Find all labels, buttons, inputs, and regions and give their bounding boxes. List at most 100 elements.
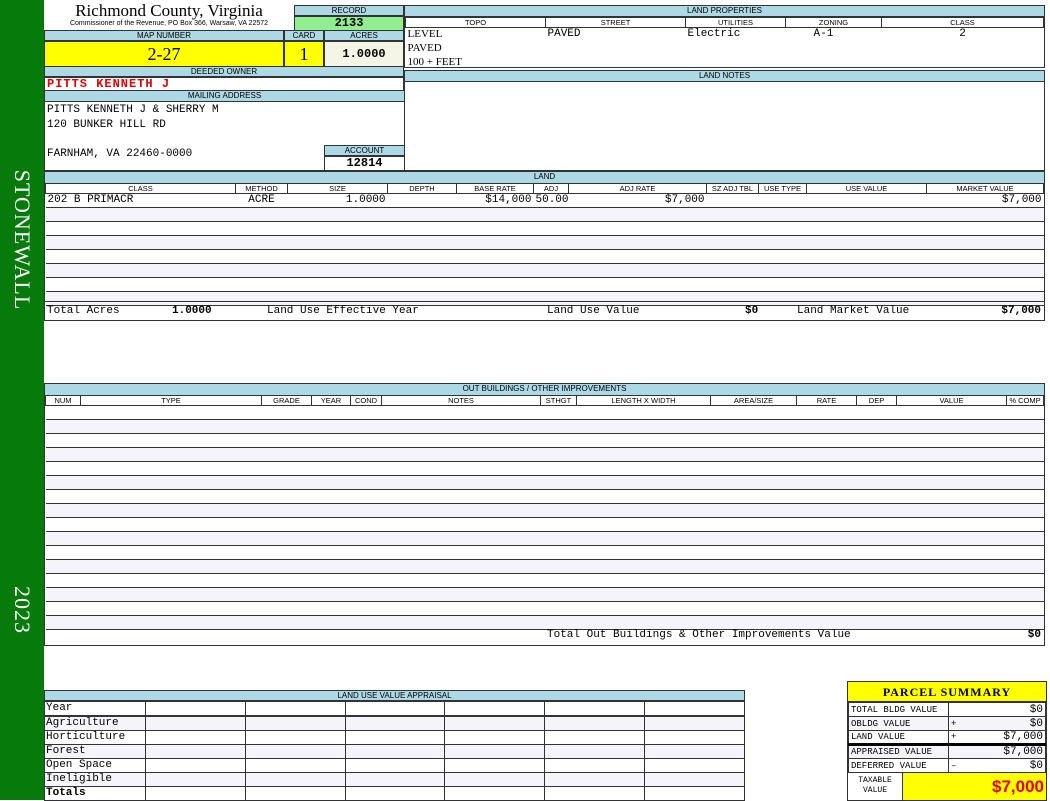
outbuilding-cell	[896, 587, 1007, 602]
outbuilding-cell	[261, 559, 312, 574]
outbuilding-cell	[710, 573, 797, 588]
land-use-table: Year Agriculture Horticulture Forest Open Sp…	[44, 701, 745, 801]
summary-row: LAND VALUE + $7,000	[848, 730, 1046, 745]
outbuilding-cell	[350, 447, 382, 462]
outbuilding-cell	[710, 461, 797, 476]
summary-operator: –	[948, 758, 963, 773]
col-class: CLASS	[881, 17, 1044, 28]
land-table: CLASS METHOD SIZE DEPTH BASE RATE ADJ ADJ RATE…	[45, 183, 1044, 306]
outbuilding-cell	[856, 489, 897, 504]
outbuilding-cell	[350, 489, 382, 504]
outbuildings-col-header: % COMP	[1006, 395, 1044, 406]
col-topo: TOPO	[405, 17, 546, 28]
land-use-row: Ineligible	[44, 772, 745, 787]
outbuilding-cell	[311, 419, 351, 434]
land-row: 202 B PRIMACR ACRE 1.0000 $14,000 50.00 $7,00…	[45, 193, 1044, 208]
outbuilding-cell	[381, 517, 541, 532]
outbuilding-cell	[796, 587, 857, 602]
outbuilding-cell	[896, 405, 1007, 420]
land-cell-use-type	[758, 277, 807, 292]
land-title: LAND	[45, 172, 1044, 183]
land-properties-title: LAND PROPERTIES	[405, 6, 1044, 17]
map-number-value: 2-27	[44, 41, 284, 67]
land-use-cell	[544, 744, 646, 759]
outbuildings-total-value: $0	[1027, 629, 1041, 641]
land-use-cell	[444, 701, 546, 717]
land-cell-base-rate	[456, 249, 534, 264]
account-label: ACCOUNT	[324, 145, 405, 156]
county-title: Richmond County, Virginia	[75, 1, 263, 20]
year-label: 2023	[10, 586, 35, 634]
land-use-label: Open Space	[44, 758, 146, 773]
mailing-line1: PITTS KENNETH J & SHERRY M	[47, 104, 219, 116]
land-use-cell	[244, 701, 346, 717]
summary-operator	[948, 702, 963, 717]
class-value: 2	[959, 28, 966, 41]
outbuilding-cell	[1006, 489, 1044, 504]
outbuilding-cell	[261, 601, 312, 616]
land-col-header: CLASS	[45, 183, 236, 194]
outbuilding-cell	[796, 419, 857, 434]
outbuilding-cell	[80, 433, 262, 448]
land-use-cell	[444, 772, 546, 787]
outbuilding-cell	[80, 503, 262, 518]
land-cell-adj-rate	[568, 221, 707, 236]
outbuilding-cell	[576, 475, 711, 490]
outbuilding-cell	[80, 489, 262, 504]
outbuilding-cell	[896, 433, 1007, 448]
outbuilding-cell	[710, 601, 797, 616]
outbuilding-cell	[261, 531, 312, 546]
land-use-cell	[344, 758, 446, 773]
outbuilding-cell	[896, 545, 1007, 560]
street-value: PAVED	[547, 28, 581, 41]
land-notes: LAND NOTES	[404, 70, 1045, 171]
summary-row: APPRAISED VALUE $7,000	[848, 743, 1046, 759]
outbuilding-cell	[311, 433, 351, 448]
outbuilding-cell	[261, 573, 312, 588]
outbuilding-cell	[896, 559, 1007, 574]
outbuilding-cell	[45, 503, 81, 518]
land-cell-adj-rate	[568, 235, 707, 250]
outbuildings-total-row: Total Out Buildings & Other Improvements…	[45, 626, 1044, 645]
outbuilding-cell	[796, 475, 857, 490]
outbuilding-cell	[381, 433, 541, 448]
outbuilding-cell	[80, 601, 262, 616]
outbuilding-cell	[896, 503, 1007, 518]
outbuilding-cell	[311, 573, 351, 588]
land-cell-market-value	[926, 235, 1044, 250]
outbuilding-cell	[710, 475, 797, 490]
outbuilding-cell	[45, 461, 81, 476]
outbuilding-cell	[540, 503, 577, 518]
land-cell-market-value: $7,000	[926, 193, 1044, 208]
topo-2: PAVED	[407, 42, 442, 54]
land-use-cell	[444, 758, 546, 773]
land-cell-use-type	[758, 221, 807, 236]
outbuilding-cell	[856, 559, 897, 574]
land-cell-method	[235, 221, 288, 236]
outbuilding-cell	[896, 573, 1007, 588]
outbuilding-cell	[796, 545, 857, 560]
land-cell-market-value	[926, 221, 1044, 236]
land-cell-class	[45, 221, 236, 236]
outbuilding-cell	[45, 601, 81, 616]
land-cell-market-value	[926, 207, 1044, 222]
outbuilding-cell	[80, 545, 262, 560]
outbuilding-cell	[576, 517, 711, 532]
summary-row: TOTAL BLDG VALUE $0	[848, 702, 1046, 717]
land-use-row: Agriculture	[44, 715, 745, 731]
land-properties: LAND PROPERTIES TOPO STREET UTILITIES ZO…	[404, 5, 1045, 68]
outbuilding-cell	[45, 447, 81, 462]
topo-1: LEVEL	[407, 28, 443, 41]
outbuilding-cell	[350, 587, 382, 602]
land-cell-method: ACRE	[235, 193, 288, 208]
land-cell-use-value	[806, 193, 927, 208]
land-cell-size	[287, 235, 388, 250]
outbuilding-cell	[1006, 433, 1044, 448]
land-cell-depth	[387, 235, 457, 250]
outbuilding-cell	[576, 573, 711, 588]
land-use-cell	[544, 786, 646, 801]
land-col-header: USE TYPE	[758, 183, 807, 194]
outbuilding-row	[45, 503, 1044, 518]
land-cell-method	[235, 235, 288, 250]
outbuilding-cell	[1006, 531, 1044, 546]
